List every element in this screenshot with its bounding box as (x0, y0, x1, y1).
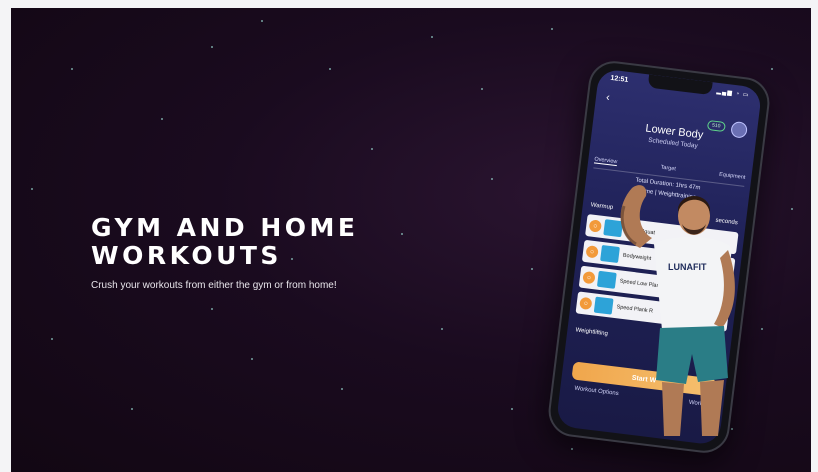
phone-notch (647, 74, 713, 96)
trainer-leg-right (700, 380, 724, 436)
hero-title: GYM AND HOME WORKOUTS (91, 214, 359, 270)
status-icons: ▂▄▆ ◔ ▭ (716, 88, 750, 99)
hero-title-line2: WORKOUTS (91, 241, 282, 270)
trainer-leg-left (662, 382, 684, 436)
trainer-arm (620, 185, 652, 248)
play-icon: ○ (585, 245, 599, 259)
play-icon: ○ (579, 296, 593, 311)
status-time: 12:51 (609, 74, 629, 84)
play-icon: ○ (588, 219, 602, 233)
weightlifting-label: Weightlifting (575, 327, 609, 338)
tab-overview[interactable]: Overview (593, 156, 618, 167)
trainer-figure: LUNAFIT (620, 185, 735, 436)
hero-title-line1: GYM AND HOME (91, 213, 359, 242)
back-arrow-icon[interactable]: ‹ (605, 91, 610, 103)
trainer-shorts (656, 326, 728, 384)
tab-target[interactable]: Target (660, 165, 676, 174)
play-icon: ○ (582, 270, 596, 285)
shirt-logo: LUNAFIT (668, 262, 707, 272)
hero-subtitle: Crush your workouts from either the gym … (91, 280, 337, 291)
